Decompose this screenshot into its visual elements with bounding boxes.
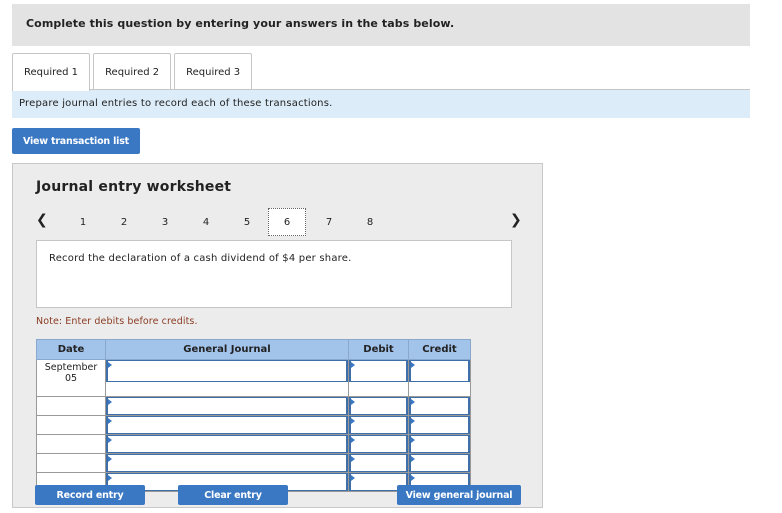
table-row	[36, 415, 471, 435]
account-cell[interactable]	[105, 359, 349, 397]
debit-input[interactable]	[349, 397, 408, 415]
account-cell[interactable]	[105, 396, 349, 416]
date-cell	[36, 453, 106, 473]
instruction-text: Prepare journal entries to record each o…	[12, 89, 750, 118]
account-cell[interactable]	[105, 434, 349, 454]
table-row	[36, 453, 471, 473]
journal-table: Date General Journal Debit Credit Septem…	[36, 339, 471, 492]
date-cell: September 05	[36, 359, 106, 397]
tab-bar: Required 1 Required 2 Required 3	[12, 53, 255, 91]
debit-input[interactable]	[349, 416, 408, 434]
account-cell[interactable]	[105, 415, 349, 435]
credit-input[interactable]	[409, 454, 470, 472]
tab-required-1[interactable]: Required 1	[12, 53, 91, 91]
account-input[interactable]	[106, 435, 348, 453]
credit-cell[interactable]	[408, 434, 471, 454]
pager-page-1[interactable]: 1	[63, 208, 103, 236]
date-cell	[36, 434, 106, 454]
credit-input[interactable]	[409, 416, 470, 434]
record-entry-button[interactable]: Record entry	[35, 485, 145, 505]
account-input[interactable]	[106, 416, 348, 434]
credit-cell[interactable]	[408, 453, 471, 473]
tab-required-2[interactable]: Required 2	[93, 53, 172, 90]
date-cell	[36, 415, 106, 435]
credit-cell[interactable]	[408, 415, 471, 435]
chevron-right-icon[interactable]: ❯	[510, 212, 522, 228]
debit-cell[interactable]	[348, 359, 409, 397]
entry-pager: ❮ 1 2 3 4 5 6 7 8 ❯	[34, 208, 524, 236]
debit-input[interactable]	[349, 360, 408, 382]
debit-cell[interactable]	[348, 415, 409, 435]
worksheet-title: Journal entry worksheet	[36, 179, 232, 195]
column-header-date: Date	[36, 339, 106, 360]
chevron-left-icon[interactable]: ❮	[36, 212, 48, 228]
account-input[interactable]	[106, 454, 348, 472]
table-row	[36, 434, 471, 454]
tab-required-3[interactable]: Required 3	[174, 53, 253, 90]
transaction-description: Record the declaration of a cash dividen…	[36, 240, 512, 308]
credit-cell[interactable]	[408, 359, 471, 397]
view-general-journal-button[interactable]: View general journal	[397, 485, 521, 505]
debit-cell[interactable]	[348, 434, 409, 454]
debit-cell[interactable]	[348, 453, 409, 473]
column-header-credit: Credit	[408, 339, 471, 360]
credit-input[interactable]	[409, 397, 470, 415]
debit-cell[interactable]	[348, 396, 409, 416]
column-header-general-journal: General Journal	[105, 339, 349, 360]
pager-page-7[interactable]: 7	[309, 208, 349, 236]
credit-cell[interactable]	[408, 396, 471, 416]
pager-page-2[interactable]: 2	[104, 208, 144, 236]
account-input[interactable]	[106, 397, 348, 415]
pager-page-5[interactable]: 5	[227, 208, 267, 236]
journal-entry-worksheet: Journal entry worksheet ❮ 1 2 3 4 5 6 7 …	[12, 163, 543, 508]
pager-page-3[interactable]: 3	[145, 208, 185, 236]
debit-input[interactable]	[349, 435, 408, 453]
question-header: Complete this question by entering your …	[12, 4, 750, 46]
pager-page-6[interactable]: 6	[268, 208, 306, 236]
credit-input[interactable]	[409, 360, 470, 382]
table-row	[36, 396, 471, 416]
clear-entry-button[interactable]: Clear entry	[178, 485, 288, 505]
date-cell	[36, 396, 106, 416]
account-cell[interactable]	[105, 453, 349, 473]
pager-page-8[interactable]: 8	[350, 208, 390, 236]
column-header-debit: Debit	[348, 339, 409, 360]
debit-credit-note: Note: Enter debits before credits.	[36, 316, 198, 327]
table-row: September 05	[36, 359, 471, 397]
account-input[interactable]	[106, 360, 348, 382]
debit-input[interactable]	[349, 454, 408, 472]
pager-page-4[interactable]: 4	[186, 208, 226, 236]
credit-input[interactable]	[409, 435, 470, 453]
view-transaction-list-button[interactable]: View transaction list	[12, 128, 140, 154]
